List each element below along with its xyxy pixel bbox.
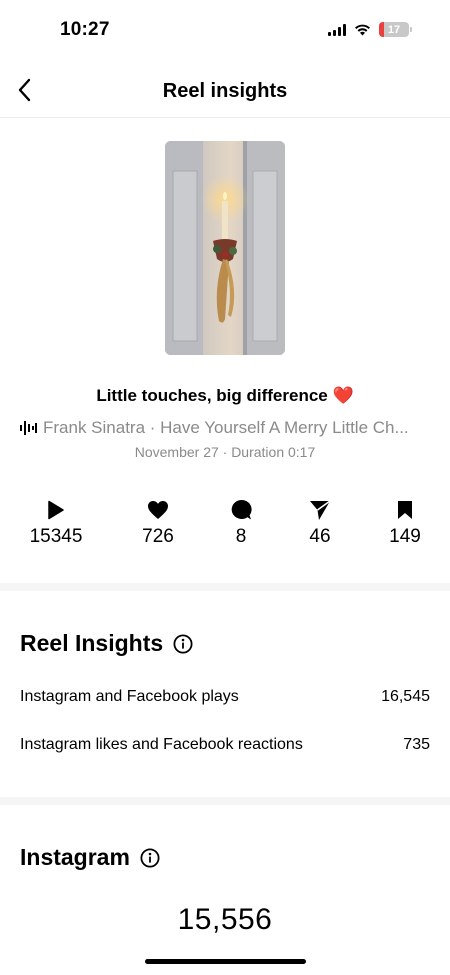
- reel-insights-section-title: Reel Insights: [20, 630, 193, 657]
- insight-value: 16,545: [381, 688, 430, 705]
- insight-value: 735: [403, 736, 430, 753]
- stat-saves: 149: [360, 498, 450, 548]
- audio-waveform-icon: [20, 421, 37, 435]
- insight-label: Instagram and Facebook plays: [20, 688, 239, 705]
- stat-value: 46: [309, 526, 331, 547]
- save-icon: [398, 501, 412, 519]
- info-icon[interactable]: [140, 847, 160, 868]
- share-icon: [310, 500, 331, 520]
- status-time: 10:27: [60, 19, 110, 40]
- insight-row-likes: Instagram likes and Facebook reactions 7…: [20, 736, 430, 754]
- instagram-section-title: Instagram: [20, 844, 160, 871]
- info-icon[interactable]: [173, 633, 193, 654]
- section-title-text: Instagram: [20, 844, 130, 870]
- insight-label: Instagram likes and Facebook reactions: [20, 736, 303, 753]
- section-divider: [0, 797, 450, 805]
- battery-level: 17: [387, 23, 401, 36]
- audio-title: Frank Sinatra · Have Yourself A Merry Li…: [43, 418, 409, 437]
- stat-value: 8: [235, 526, 247, 547]
- stats-row: 15345 726 8 46 149: [0, 498, 450, 558]
- stat-value: 726: [142, 526, 174, 547]
- audio-track[interactable]: Frank Sinatra · Have Yourself A Merry Li…: [20, 418, 430, 438]
- reel-thumbnail[interactable]: [165, 141, 285, 355]
- wifi-icon: [354, 24, 371, 36]
- status-bar: 10:27 17: [0, 0, 450, 58]
- reel-caption: Little touches, big difference ❤️: [0, 386, 450, 406]
- stat-likes: 726: [113, 498, 203, 548]
- cellular-signal-icon: [328, 23, 346, 36]
- stat-comments: 8: [196, 498, 286, 548]
- reel-thumbnail-image: [165, 141, 285, 355]
- caption-text: Little touches, big difference: [96, 386, 328, 405]
- stat-plays: 15345: [11, 498, 101, 548]
- battery-indicator: 17: [379, 22, 412, 37]
- heart-icon: [148, 501, 168, 519]
- insight-row-plays: Instagram and Facebook plays 16,545: [20, 688, 430, 706]
- stat-value: 15345: [29, 526, 83, 547]
- page-title: Reel insights: [162, 80, 288, 102]
- section-title-text: Reel Insights: [20, 630, 164, 656]
- battery-icon: 17: [379, 22, 409, 37]
- section-divider: [0, 583, 450, 591]
- play-icon: [48, 500, 64, 520]
- nav-header: Reel insights: [0, 62, 450, 118]
- reel-meta: November 27 · Duration 0:17: [134, 444, 316, 460]
- caption-emoji: ❤️: [332, 386, 354, 405]
- comment-icon: [231, 499, 252, 520]
- instagram-plays-count: 15,556: [177, 903, 273, 936]
- stat-value: 149: [389, 526, 421, 547]
- status-icons: 17: [328, 22, 412, 37]
- stat-shares: 46: [275, 498, 365, 548]
- home-indicator[interactable]: [145, 959, 306, 964]
